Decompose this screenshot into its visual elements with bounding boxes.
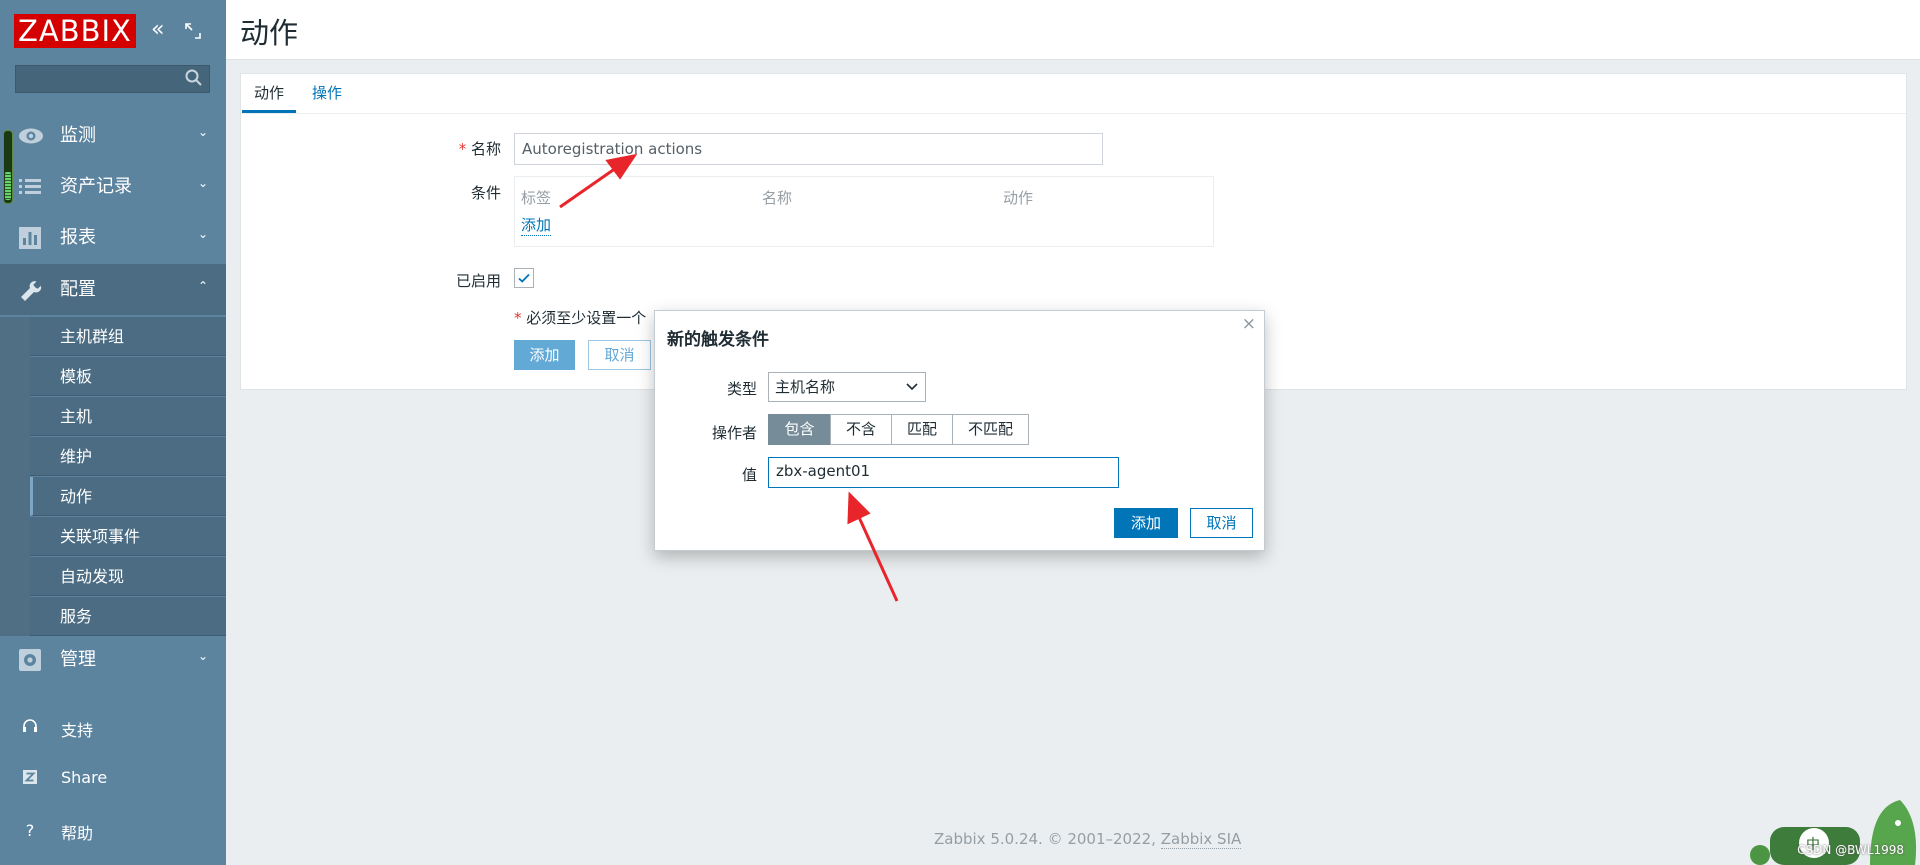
help-icon: ? [25,821,35,840]
menu-configuration[interactable]: 配置 ⌃ [0,264,226,315]
submenu-actions[interactable]: 动作 [30,477,226,516]
operator-not-contains[interactable]: 不含 [830,414,892,445]
name-input[interactable]: Autoregistration actions [514,133,1103,165]
menu-monitoring[interactable]: 监测 ⌄ [0,110,226,161]
chevron-down-icon [906,373,918,411]
configuration-submenu: 主机群组 模板 主机 维护 动作 关联项事件 自动发现 服务 [30,317,226,637]
operator-not-matches[interactable]: 不匹配 [952,414,1029,445]
dialog-cancel-button[interactable]: 取消 [1190,508,1253,538]
tab-action[interactable]: 动作 [242,74,297,113]
operator-label: 操作者 [711,424,757,442]
footer: Zabbix 5.0.24. © 2001–2022, Zabbix SIA [934,830,1242,849]
cancel-button[interactable]: 取消 [588,340,651,370]
chevron-down-icon: ⌄ [197,649,208,663]
submenu-discovery[interactable]: 自动发现 [30,557,226,596]
required-note: * 必须至少设置一个 [514,309,647,327]
help-link[interactable]: ? 帮助 [0,808,226,852]
type-select[interactable]: 主机名称 [768,372,926,402]
operator-matches[interactable]: 匹配 [891,414,953,445]
enabled-label: 已启用 [455,272,501,290]
submenu-hosts[interactable]: 主机 [30,397,226,436]
menu-inventory[interactable]: 资产记录 ⌄ [0,161,226,212]
watermark: CSDN @BWL1998 [1797,843,1904,857]
page-title: 动作 [240,16,299,50]
add-button[interactable]: 添加 [514,340,575,370]
collapse-sidebar-icon[interactable]: « [151,16,164,44]
menu-reports[interactable]: 报表 ⌄ [0,212,226,263]
share-z-icon [20,769,40,789]
checkmark-icon [518,273,530,283]
page-header: 动作 [226,0,1920,60]
dialog-title: 新的触发条件 [667,330,769,350]
menu-administration[interactable]: 管理 ⌄ [0,634,226,685]
bar-chart-icon [18,226,42,250]
submenu-services[interactable]: 服务 [30,597,226,636]
kiosk-mode-icon[interactable] [184,16,202,48]
headset-icon [20,718,40,738]
close-icon[interactable]: × [1242,314,1256,334]
tab-operations[interactable]: 操作 [300,74,354,113]
chevron-down-icon: ⌄ [197,125,208,139]
conditions-table: 标签 名称 动作 添加 [514,176,1214,247]
operator-contains[interactable]: 包含 [768,414,831,445]
wrench-icon [18,278,42,302]
type-label: 类型 [726,380,757,398]
chevron-down-icon: ⌄ [197,176,208,190]
cond-header-name: 名称 [762,189,793,207]
dialog-add-button[interactable]: 添加 [1114,508,1178,538]
share-link[interactable]: Share [0,756,226,800]
chevron-up-icon: ⌃ [197,279,208,293]
add-condition-link[interactable]: 添加 [521,214,552,236]
name-label: * 名称 [458,140,501,158]
value-label: 值 [741,466,757,484]
value-input[interactable]: zbx-agent01 [768,457,1119,488]
gear-icon [18,648,42,672]
sidebar: ZABBIX « 监测 ⌄ 资产记录 ⌄ 报表 ⌄ 配置 ⌃ 主机群组 模板 主… [0,0,226,865]
cond-header-action: 动作 [1003,189,1034,207]
search-icon[interactable] [185,69,203,91]
submenu-templates[interactable]: 模板 [30,357,226,396]
submenu-event-correlation[interactable]: 关联项事件 [30,517,226,556]
enabled-checkbox[interactable] [514,268,534,288]
cond-header-label: 标签 [521,189,552,207]
submenu-maintenance[interactable]: 维护 [30,437,226,476]
list-icon [18,175,42,199]
eye-icon [18,124,43,148]
tab-bar: 动作 操作 [241,74,1906,114]
conditions-label: 条件 [470,184,501,202]
sidebar-search-input[interactable] [15,65,210,93]
support-link[interactable]: 支持 [0,705,226,749]
new-condition-dialog: 新的触发条件 × 类型 主机名称 操作者 包含 不含 匹配 不匹配 值 zbx-… [654,310,1265,551]
submenu-host-groups[interactable]: 主机群组 [30,317,226,356]
zabbix-logo[interactable]: ZABBIX [14,14,136,48]
zabbix-sia-link[interactable]: Zabbix SIA [1160,830,1242,849]
chevron-down-icon: ⌄ [197,227,208,241]
